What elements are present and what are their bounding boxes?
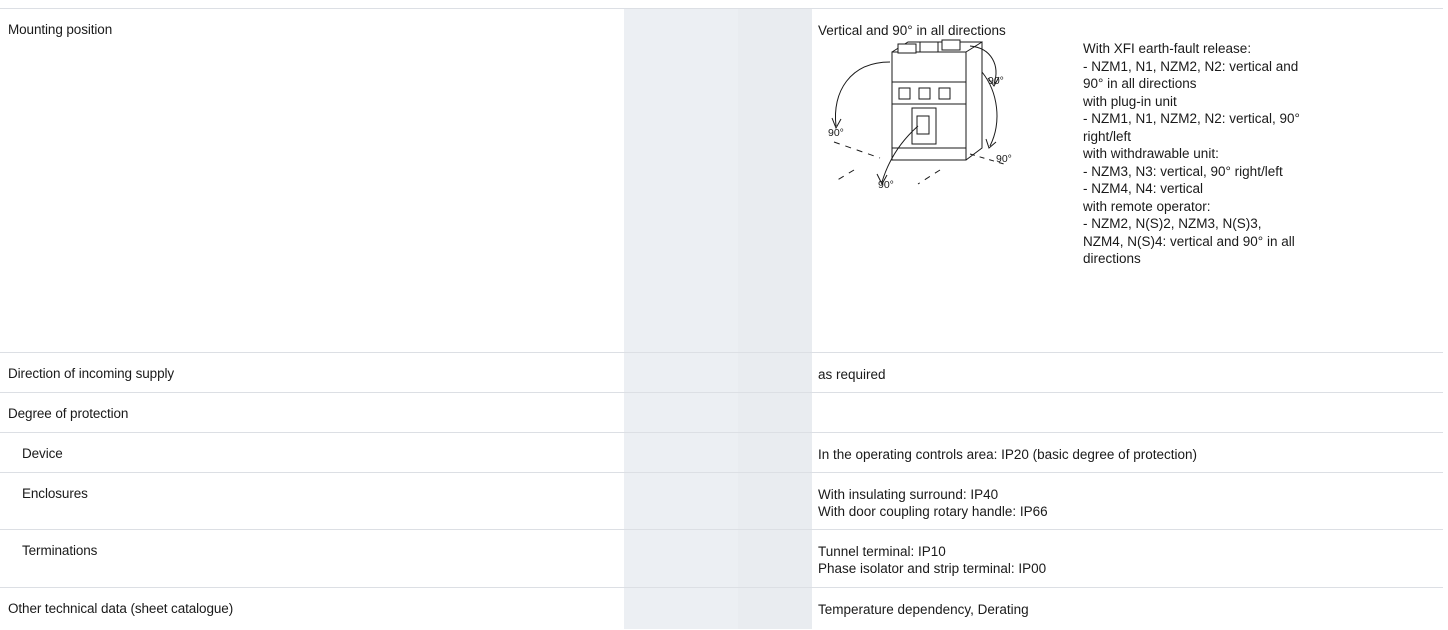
angle-label: 90° [828, 127, 844, 139]
table-row: Degree of protection [0, 392, 1443, 433]
row-label: Enclosures [22, 486, 88, 501]
value-line: as required [818, 367, 886, 382]
xfi-notes: With XFI earth-fault release: - NZM1, N1… [1083, 40, 1300, 268]
angle-label: 90° [878, 179, 894, 191]
angle-label: 90° [996, 153, 1012, 165]
value-line: Phase isolator and strip terminal: IP00 [818, 561, 1047, 576]
angle-label: 90° [988, 75, 1004, 87]
value-line: With insulating surround: IP40 [818, 487, 999, 502]
mounting-position-diagram: 90° 90° 90° 90° [820, 22, 1030, 202]
row-value: With insulating surround: IP40 With door… [818, 486, 1048, 520]
note-line: - NZM2, N(S)2, NZM3, N(S)3, [1083, 216, 1262, 231]
note-line: with remote operator: [1083, 198, 1211, 214]
value-line: Tunnel terminal: IP10 [818, 544, 946, 559]
row-label: Mounting position [8, 22, 113, 37]
row-label: Other technical data (sheet catalogue) [8, 601, 234, 616]
note-line: NZM4, N(S)4: vertical and 90° in all [1083, 233, 1295, 249]
row-value: In the operating controls area: IP20 (ba… [818, 446, 1197, 463]
note-line: - NZM3, N3: vertical, 90° right/left [1083, 163, 1283, 179]
table-row: Other technical data (sheet catalogue) T… [0, 587, 1443, 630]
note-line: directions [1083, 251, 1141, 266]
row-label: Device [22, 446, 63, 461]
table-row: Direction of incoming supply as required [0, 352, 1443, 393]
note-line: - NZM1, N1, NZM2, N2: vertical and [1083, 58, 1299, 74]
value-line: Temperature dependency, Derating [818, 602, 1029, 617]
spec-table: Mounting position Vertical and 90° in al… [0, 0, 1448, 629]
row-label: Degree of protection [8, 406, 129, 421]
note-line: right/left [1083, 128, 1132, 144]
row-value: Temperature dependency, Derating [818, 601, 1029, 618]
note-line: with plug-in unit [1083, 93, 1177, 109]
table-row: Enclosures With insulating surround: IP4… [0, 472, 1443, 530]
note-line: - NZM1, N1, NZM2, N2: vertical, 90° [1083, 111, 1300, 126]
value-line: With door coupling rotary handle: IP66 [818, 504, 1048, 519]
row-label: Direction of incoming supply [8, 366, 175, 381]
table-row: Device In the operating controls area: I… [0, 432, 1443, 473]
value-line: In the operating controls area: IP20 (ba… [818, 447, 1197, 462]
note-line: With XFI earth-fault release: [1083, 41, 1252, 56]
note-line: - NZM4, N4: vertical [1083, 181, 1204, 196]
mounting-position-icon: 90° 90° 90° 90° [828, 39, 1012, 191]
row-value: as required [818, 366, 886, 383]
note-line: with withdrawable unit: [1083, 146, 1219, 161]
note-line: 90° in all directions [1083, 76, 1197, 91]
table-row: Terminations Tunnel terminal: IP10 Phase… [0, 529, 1443, 588]
row-value: Tunnel terminal: IP10 Phase isolator and… [818, 543, 1046, 577]
row-label: Terminations [22, 543, 98, 558]
